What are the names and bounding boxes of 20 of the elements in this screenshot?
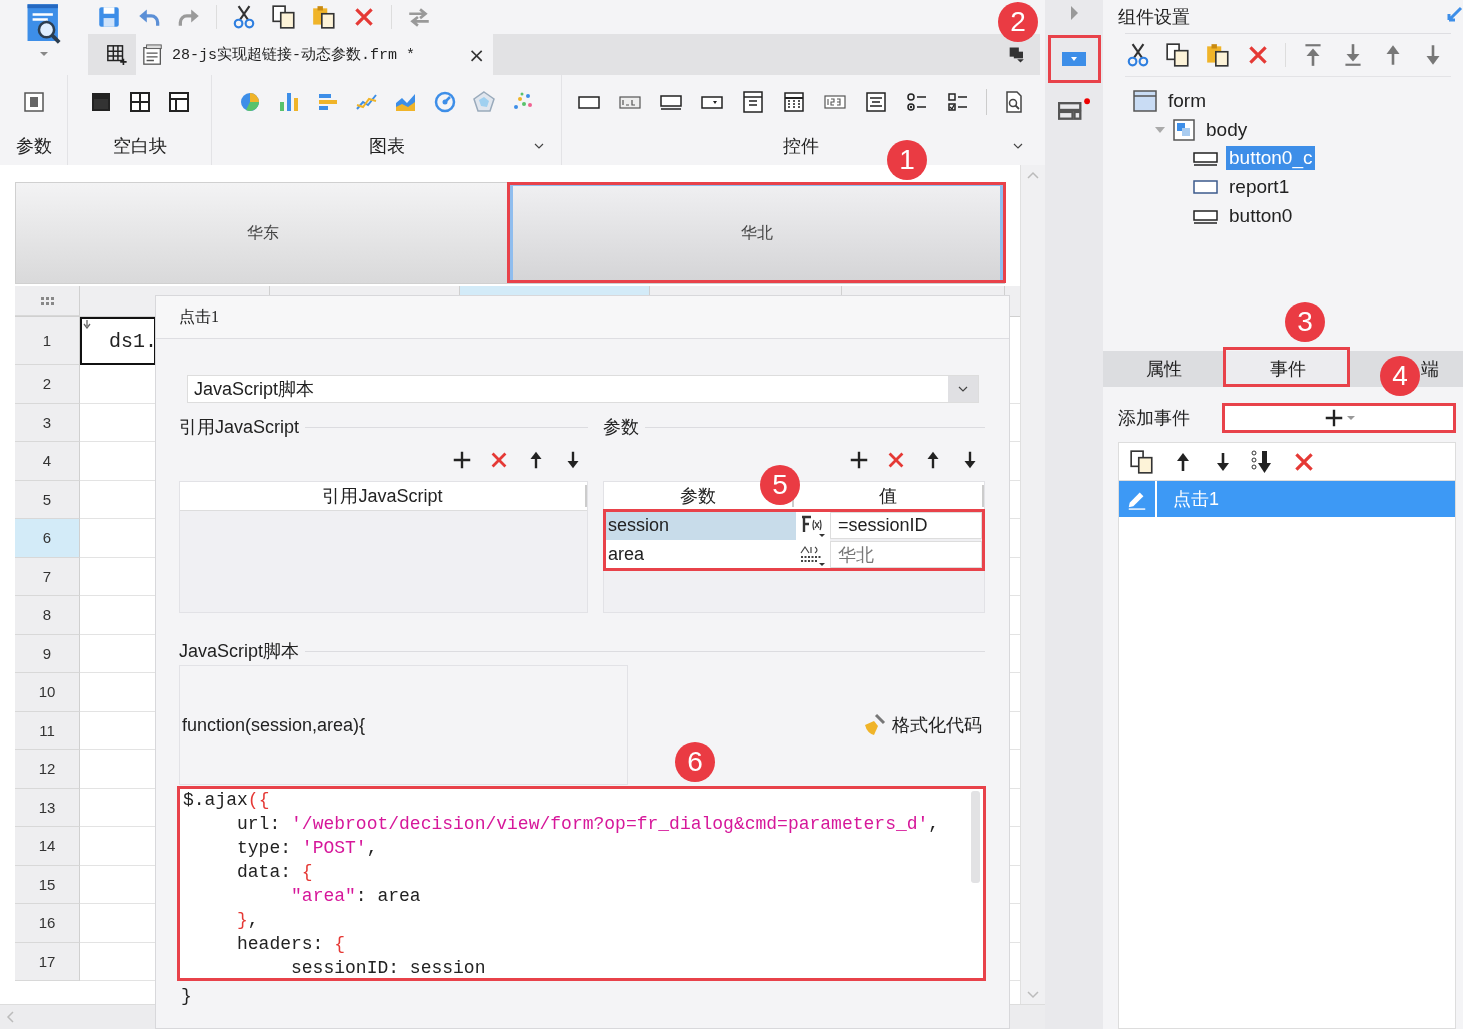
group-label: 图表 <box>368 135 405 158</box>
code-line: type: 'POST', <box>236 837 378 860</box>
code-line: sessionID: session <box>290 957 486 979</box>
field-label: 添加事件 <box>1118 407 1191 430</box>
code-line: headers: { <box>236 933 346 956</box>
code-line: $.ajax({ <box>183 789 270 812</box>
code-line: "area": area <box>290 885 421 908</box>
code-line: url: '/webroot/decision/view/form?op=fr_dialog&cmd=parameters_d', <box>236 813 940 836</box>
group-label: 空白块 <box>112 135 167 158</box>
function-signature: function(session,area){ <box>182 714 366 736</box>
panel-title: 组件设置 <box>1118 5 1190 29</box>
code-line: data: { <box>236 861 313 884</box>
group-label: 控件 <box>783 135 819 158</box>
section-title: 参数 <box>603 416 639 439</box>
code-line: } <box>180 985 193 1006</box>
group-label: 参数 <box>15 135 52 158</box>
code-line: }, <box>236 909 259 932</box>
section-title: 引用JavaScript <box>179 416 300 439</box>
column-header: 引用JavaScript <box>180 485 587 507</box>
section-title: JavaScript脚本 <box>179 640 300 663</box>
